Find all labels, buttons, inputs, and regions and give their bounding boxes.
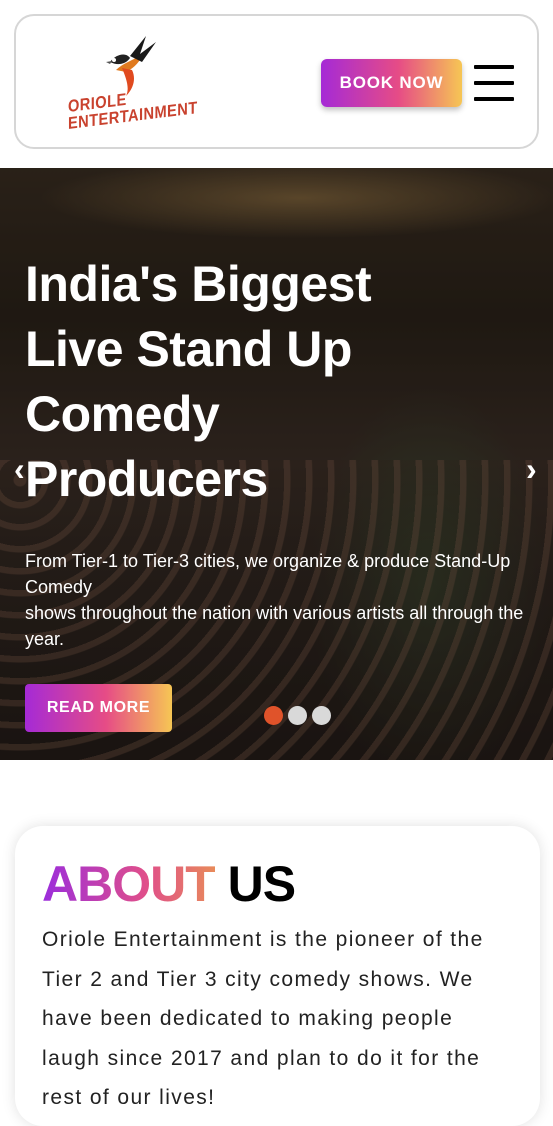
hamburger-icon[interactable] [474,65,514,101]
prev-arrow-icon[interactable]: ‹ [14,453,25,485]
book-now-button[interactable]: BOOK NOW [321,59,462,107]
hero-description: From Tier-1 to Tier-3 cities, we organiz… [25,551,524,649]
about-section: ABOUT US Oriole Entertainment is the pio… [15,826,540,1126]
slider-dot-1[interactable] [264,706,283,725]
read-more-button[interactable]: READ MORE [25,684,172,732]
slider-dot-3[interactable] [312,706,331,725]
about-text: Oriole Entertainment is the pioneer of t… [42,928,484,1109]
next-arrow-icon[interactable]: › [526,453,537,485]
slider-dots [264,706,331,725]
logo-text: ORIOLE ENTERTAINMENT [68,89,198,133]
hero-title: India's Biggest Live Stand Up Comedy Pro… [25,256,372,507]
site-header: ORIOLE ENTERTAINMENT BOOK NOW [14,14,539,149]
about-title: ABOUT US [42,856,296,912]
slider-dot-2[interactable] [288,706,307,725]
site-logo[interactable]: ORIOLE ENTERTAINMENT [66,32,198,142]
hero-slider: India's Biggest Live Stand Up Comedy Pro… [0,168,553,760]
